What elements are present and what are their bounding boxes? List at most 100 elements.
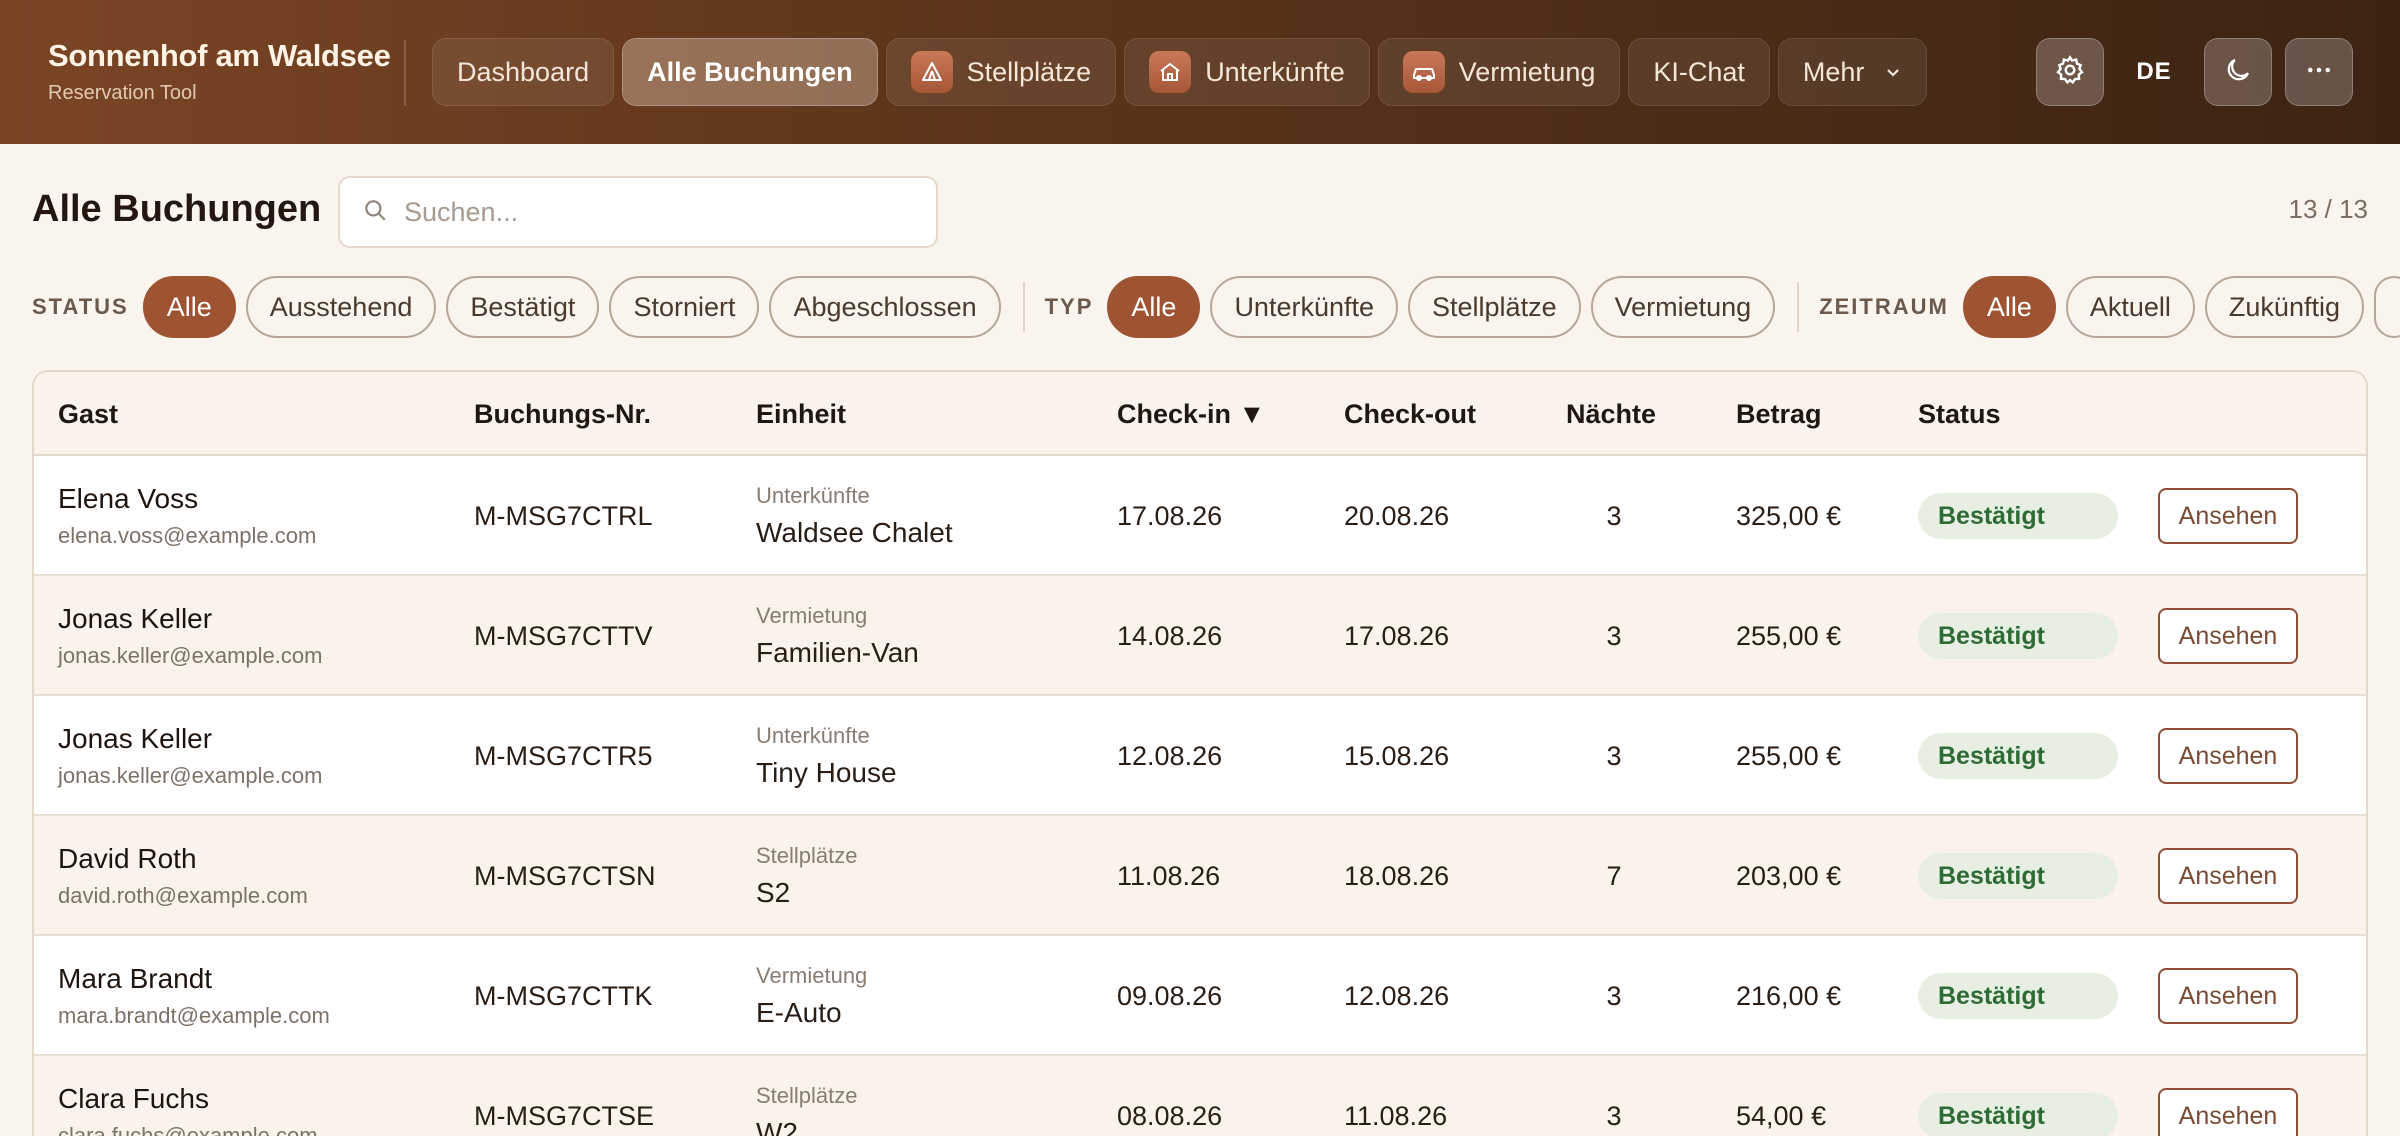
chip-typ-alle[interactable]: Alle (1107, 276, 1201, 338)
chip-typ-stellplaetze[interactable]: Stellplätze (1408, 276, 1581, 338)
chip-zeitraum-more[interactable] (2373, 276, 2400, 338)
nav-dashboard[interactable]: Dashboard (432, 38, 615, 106)
guest-name: Clara Fuchs (58, 1083, 209, 1114)
table-row[interactable]: Elena Voss elena.voss@example.com M-MSG7… (34, 456, 2366, 576)
amount: 216,00 € (1736, 980, 1842, 1011)
nav-alle-buchungen[interactable]: Alle Buchungen (622, 38, 878, 106)
view-button[interactable]: Ansehen (2158, 488, 2298, 544)
chip-typ-vermietung[interactable]: Vermietung (1590, 276, 1776, 338)
col-amount[interactable]: Betrag (1736, 372, 1822, 456)
page-title: Alle Buchungen (32, 188, 322, 230)
theme-toggle-button[interactable] (2204, 38, 2272, 106)
table-row[interactable]: David Roth david.roth@example.com M-MSG7… (34, 816, 2366, 936)
chip-status-storniert[interactable]: Storniert (609, 276, 760, 338)
booking-number: M-MSG7CTTV (474, 620, 653, 651)
guest-email: jonas.keller@example.com (58, 763, 323, 788)
search-icon (362, 197, 388, 228)
checkin-date: 09.08.26 (1117, 980, 1223, 1011)
top-navigation-bar: Sonnenhof am Waldsee Reservation Tool Da… (0, 0, 2400, 144)
filter-divider (1797, 282, 1800, 332)
brand-subtitle: Reservation Tool (48, 82, 197, 104)
col-status[interactable]: Status (1918, 372, 2001, 456)
col-guest[interactable]: Gast (58, 372, 118, 456)
table-row[interactable]: Jonas Keller jonas.keller@example.com M-… (34, 576, 2366, 696)
unit-name: Tiny House (756, 757, 897, 788)
col-nights[interactable]: Nächte (1566, 372, 1656, 456)
more-horizontal-icon (2304, 55, 2334, 90)
nav-mehr[interactable]: Mehr (1777, 38, 1928, 106)
booking-number: M-MSG7CTRL (474, 500, 653, 531)
unit-type: Vermietung (756, 963, 868, 988)
status-cell: Bestätigt (1918, 1056, 2118, 1136)
guest-cell: Mara Brandt mara.brandt@example.com (58, 936, 458, 1056)
view-button[interactable]: Ansehen (2158, 728, 2298, 784)
table-row[interactable]: Mara Brandt mara.brandt@example.com M-MS… (34, 936, 2366, 1056)
settings-button[interactable] (2036, 38, 2104, 106)
view-button[interactable]: Ansehen (2158, 848, 2298, 904)
chip-zeitraum-aktuell[interactable]: Aktuell (2065, 276, 2195, 338)
brand[interactable]: Sonnenhof am Waldsee Reservation Tool (48, 38, 391, 105)
search-box[interactable] (338, 176, 938, 248)
checkin-date: 17.08.26 (1117, 500, 1223, 531)
view-button[interactable]: Ansehen (2158, 1088, 2298, 1136)
table-body: Elena Voss elena.voss@example.com M-MSG7… (34, 456, 2366, 1136)
chip-status-abgeschlossen[interactable]: Abgeschlossen (769, 276, 1001, 338)
unit-name: S2 (756, 877, 791, 908)
status-badge: Bestätigt (1918, 1093, 2118, 1136)
chip-zeitraum-zukuenftig[interactable]: Zukünftig (2204, 276, 2364, 338)
nights-count: 3 (1606, 500, 1622, 531)
checkin-date: 08.08.26 (1117, 1100, 1223, 1131)
nights-count: 3 (1606, 620, 1622, 651)
table-row[interactable]: Clara Fuchs clara.fuchs@example.com M-MS… (34, 1056, 2366, 1136)
action-cell: Ansehen (2158, 1056, 2318, 1136)
filter-label-status: STATUS (32, 294, 129, 319)
status-badge: Bestätigt (1918, 853, 2118, 899)
view-button[interactable]: Ansehen (2158, 608, 2298, 664)
amount: 255,00 € (1736, 740, 1842, 771)
gear-icon (2054, 54, 2086, 91)
filter-divider (1022, 282, 1025, 332)
nav-label: Mehr (1802, 56, 1865, 87)
filter-bar: STATUS Alle Ausstehend Bestätigt Stornie… (32, 276, 2400, 338)
language-switch[interactable]: DE (2136, 38, 2172, 106)
unit-cell: Stellplätze W2 (756, 1056, 1096, 1136)
checkout-date: 15.08.26 (1344, 740, 1450, 771)
table-row[interactable]: Jonas Keller jonas.keller@example.com M-… (34, 696, 2366, 816)
checkout-date: 17.08.26 (1344, 620, 1450, 651)
col-booking-no[interactable]: Buchungs-Nr. (474, 372, 651, 456)
chip-status-alle[interactable]: Alle (142, 276, 236, 338)
checkout-date: 20.08.26 (1344, 500, 1450, 531)
col-unit[interactable]: Einheit (756, 372, 846, 456)
chip-status-ausstehend[interactable]: Ausstehend (245, 276, 437, 338)
action-cell: Ansehen (2158, 576, 2318, 696)
guest-cell: Jonas Keller jonas.keller@example.com (58, 696, 458, 816)
guest-cell: David Roth david.roth@example.com (58, 816, 458, 936)
col-checkout[interactable]: Check-out (1344, 372, 1476, 456)
unit-cell: Vermietung Familien-Van (756, 576, 1096, 696)
chip-typ-unterkuenfte[interactable]: Unterkünfte (1210, 276, 1399, 338)
view-button[interactable]: Ansehen (2158, 968, 2298, 1024)
unit-cell: Stellplätze S2 (756, 816, 1096, 936)
nav-stellplaetze[interactable]: Stellplätze (885, 38, 1117, 106)
nights-count: 3 (1606, 980, 1622, 1011)
nights-count: 3 (1606, 1100, 1622, 1131)
guest-email: david.roth@example.com (58, 883, 308, 908)
chip-status-bestaetigt[interactable]: Bestätigt (446, 276, 600, 338)
filter-label-typ: TYP (1044, 294, 1094, 319)
action-cell: Ansehen (2158, 816, 2318, 936)
action-cell: Ansehen (2158, 456, 2318, 576)
nav-unterkuenfte[interactable]: Unterkünfte (1124, 38, 1370, 106)
status-cell: Bestätigt (1918, 936, 2118, 1056)
nav-vermietung[interactable]: Vermietung (1377, 38, 1621, 106)
chip-zeitraum-alle[interactable]: Alle (1962, 276, 2056, 338)
tent-icon (910, 51, 953, 93)
guest-cell: Elena Voss elena.voss@example.com (58, 456, 458, 576)
unit-name: W2 (756, 1117, 798, 1136)
car-icon (1402, 51, 1445, 93)
more-options-button[interactable] (2285, 38, 2353, 106)
booking-number: M-MSG7CTSE (474, 1100, 655, 1131)
nav-ki-chat[interactable]: KI-Chat (1628, 38, 1770, 106)
col-checkin-sorted[interactable]: Check-in ▼ (1117, 372, 1265, 456)
search-input[interactable] (404, 196, 904, 228)
unit-type: Unterkünfte (756, 723, 870, 748)
